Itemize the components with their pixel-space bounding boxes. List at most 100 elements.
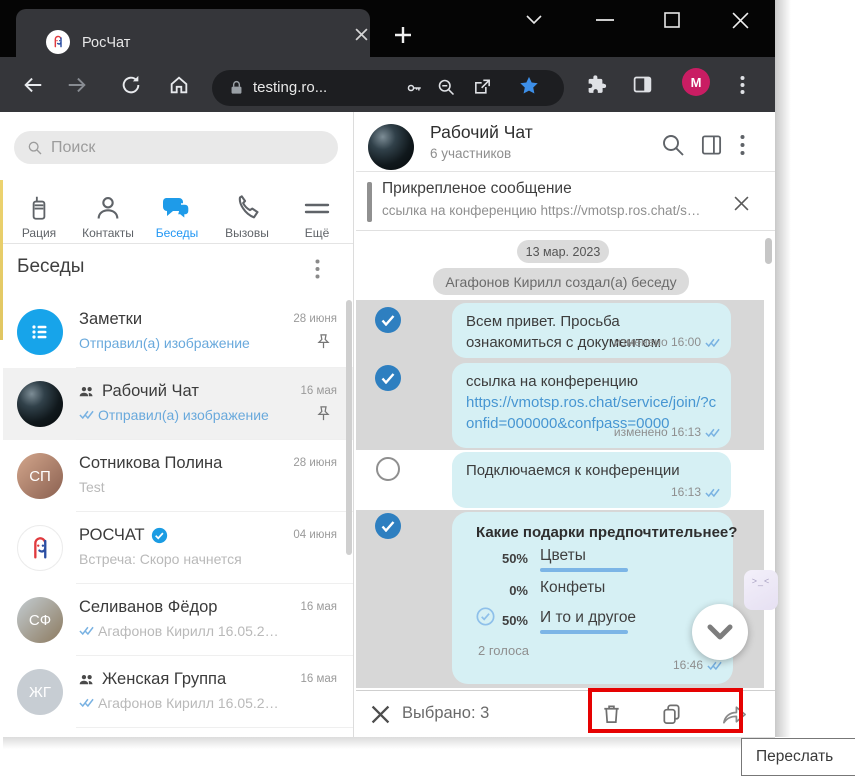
- roschat-avatar: [17, 525, 63, 571]
- chat-subtitle: Test: [79, 479, 105, 495]
- sidebar-scrollbar-thumb[interactable]: [346, 300, 352, 555]
- key-icon[interactable]: [404, 79, 424, 97]
- message-checkbox-checked[interactable]: [375, 307, 401, 333]
- chats-menu-kebab-icon[interactable]: [308, 256, 326, 282]
- browser-menu-kebab-icon[interactable]: [734, 72, 750, 98]
- selected-count-label: Выбрано: 3: [402, 704, 489, 723]
- message-meta: изменено 16:13: [614, 422, 720, 443]
- new-tab-button[interactable]: [390, 22, 416, 48]
- chevron-down-icon: [706, 623, 734, 641]
- chat-list-item-selivanov[interactable]: СФ Селиванов Фёдор Агафонов Кирилл 16.05…: [3, 584, 353, 656]
- forward-icon[interactable]: [64, 72, 90, 98]
- profile-avatar[interactable]: M: [682, 68, 710, 96]
- avatar-initials: СП: [29, 468, 51, 485]
- chat-panel-toggle-icon[interactable]: [698, 132, 724, 158]
- message-checkbox-checked[interactable]: [375, 513, 401, 539]
- chat-subtitle: Агафонов Кирилл 16.05.2…: [98, 695, 279, 711]
- chat-scrollbar-thumb[interactable]: [765, 238, 772, 264]
- chat-list-item-sotnikova[interactable]: СП Сотникова Полина Test 28 июня: [3, 440, 353, 512]
- chat-search-icon[interactable]: [660, 132, 686, 158]
- chat-header-avatar[interactable]: [368, 124, 414, 170]
- tab-title: РосЧат: [82, 35, 130, 51]
- pin-icon: [316, 333, 331, 350]
- sotnikova-avatar: СП: [17, 453, 63, 499]
- double-check-icon: [705, 338, 720, 348]
- pin-icon: [316, 405, 331, 422]
- selivanov-avatar: СФ: [17, 597, 63, 643]
- message-meta: 16:13: [671, 482, 720, 503]
- tab-close-icon[interactable]: [352, 25, 370, 43]
- nav-label-chats: Беседы: [142, 226, 212, 240]
- walkie-talkie-icon: [4, 192, 74, 222]
- double-check-icon: [79, 626, 94, 636]
- chat-list-item-notes[interactable]: Заметки Отправил(а) изображение 28 июня: [3, 296, 353, 368]
- zoom-out-icon[interactable]: [436, 77, 456, 97]
- reload-icon[interactable]: [118, 72, 144, 98]
- nav-label-contacts: Контакты: [73, 226, 143, 240]
- message-meta: изменено 16:00: [614, 332, 720, 353]
- row-separator: [76, 727, 353, 728]
- nav-tab-calls[interactable]: Вызовы: [212, 192, 282, 240]
- bookmark-star-icon[interactable]: [518, 75, 540, 97]
- cancel-selection-icon[interactable]: [368, 702, 392, 726]
- nav-label-calls: Вызовы: [212, 226, 282, 240]
- window-minimize-icon[interactable]: [594, 12, 616, 28]
- chat-date: 16 мая: [300, 673, 337, 685]
- screenshot-root: РосЧат testing.ro...: [0, 0, 855, 776]
- extensions-puzzle-icon[interactable]: [586, 74, 607, 95]
- message-bubble[interactable]: ссылка на конференцию https://vmotsp.ros…: [452, 363, 731, 448]
- share-icon[interactable]: [472, 77, 493, 97]
- poll-question: Какие подарки предпочтительнее?: [464, 522, 721, 543]
- nav-label-more: Ещё: [282, 226, 352, 240]
- pinned-close-icon[interactable]: [732, 194, 750, 212]
- search-input[interactable]: Поиск: [14, 131, 338, 164]
- chat-participants: 6 участников: [430, 146, 511, 161]
- poll-option-label[interactable]: Конфеты: [540, 577, 605, 598]
- message-checkbox-unchecked[interactable]: [376, 457, 400, 481]
- sidebar-divider: [3, 243, 353, 244]
- chat-subtitle: Отправил(а) изображение: [98, 407, 269, 423]
- poll-message-bubble[interactable]: Какие подарки предпочтительнее? 50% Цвет…: [452, 512, 733, 684]
- notes-avatar: [17, 309, 63, 355]
- poll-option-label[interactable]: Цветы: [540, 545, 586, 566]
- pinned-text: ссылка на конференцию https://vmotsp.ros…: [382, 203, 700, 218]
- chat-menu-kebab-icon[interactable]: [735, 133, 749, 157]
- chats-section-title: Беседы: [17, 256, 84, 278]
- chat-title: Рабочий Чат: [430, 122, 533, 143]
- nav-tab-radio[interactable]: Рация: [4, 192, 74, 240]
- message-bubble[interactable]: Подключаемся к конференции 16:13: [452, 452, 731, 508]
- url-text[interactable]: testing.ro...: [253, 79, 327, 96]
- person-icon: [73, 192, 143, 222]
- avatar-initials: ЖГ: [29, 684, 51, 701]
- group-icon: [79, 673, 96, 687]
- forward-tooltip: Переслать: [741, 738, 855, 776]
- poll-option-percent: 0%: [452, 580, 528, 601]
- chat-bubbles-icon: [142, 192, 212, 222]
- chat-subtitle: Встреча: Скоро начнется: [79, 551, 242, 567]
- browser-tab[interactable]: РосЧат: [16, 9, 370, 57]
- home-icon[interactable]: [166, 72, 192, 98]
- nav-label-radio: Рация: [4, 226, 74, 240]
- poll-option-label[interactable]: И то и другое: [540, 607, 636, 628]
- window-right-shadow: [775, 0, 791, 737]
- window-close-icon[interactable]: [729, 9, 751, 31]
- window-tab-search-icon[interactable]: [523, 11, 545, 29]
- message-text: Подключаемся к конференции: [466, 462, 680, 479]
- pinned-accent-bar: [367, 182, 372, 222]
- side-panel-icon[interactable]: [632, 74, 653, 95]
- nav-tab-contacts[interactable]: Контакты: [73, 192, 143, 240]
- chat-list-item-work-chat[interactable]: Рабочий Чат Отправил(а) изображение 16 м…: [3, 368, 353, 440]
- back-icon[interactable]: [20, 72, 46, 98]
- double-check-icon: [705, 428, 720, 438]
- window-maximize-icon[interactable]: [662, 10, 682, 30]
- lock-icon[interactable]: [228, 79, 245, 97]
- message-checkbox-checked[interactable]: [375, 365, 401, 391]
- nav-tab-chats[interactable]: Беседы: [142, 192, 212, 240]
- chat-subtitle: Отправил(а) изображение: [79, 335, 250, 351]
- nav-tab-more[interactable]: Ещё: [282, 192, 352, 240]
- poll-votes: 2 голоса: [478, 640, 529, 661]
- chat-list-item-womens-group[interactable]: ЖГ Женская Группа Агафонов Кирилл 16.05.…: [3, 656, 353, 728]
- chat-list-item-roschat[interactable]: РОСЧАТ Встреча: Скоро начнется 04 июня: [3, 512, 353, 584]
- scroll-down-button[interactable]: [692, 604, 748, 660]
- message-bubble[interactable]: Всем привет. Просьба ознакомиться с доку…: [452, 303, 731, 358]
